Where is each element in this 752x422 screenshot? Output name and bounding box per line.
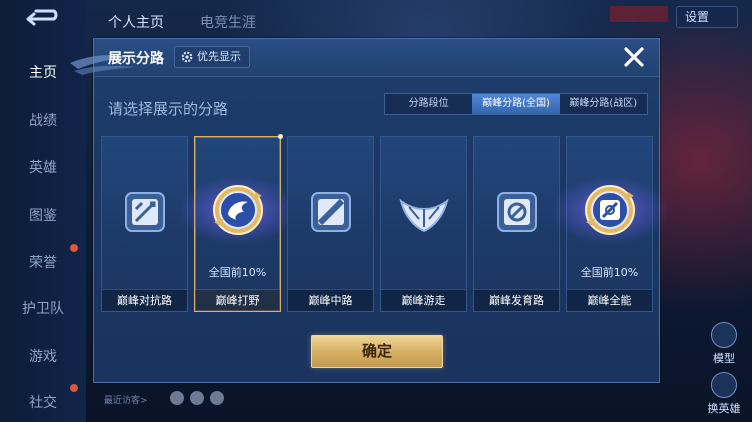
lane-display-dialog: 展示分路 优先显示 请选择展示的分路 分路段位 巅峰分路(全国) 巅峰分路(战区…	[70, 38, 670, 383]
close-icon[interactable]	[621, 44, 647, 70]
change-hero-button[interactable]: 换英雄	[704, 372, 744, 416]
settings-button[interactable]: 设置	[676, 6, 738, 28]
card-label: 巅峰全能	[567, 289, 652, 311]
card-rank: 全国前10%	[208, 266, 267, 279]
nav-label: 荣誉	[29, 255, 57, 271]
avatar[interactable]	[210, 391, 224, 405]
lane-card-list: 巅峰对抗路 全国前10% 巅峰打野 巅峰中路 巅峰游走 巅峰发育路 全国前10%…	[101, 134, 670, 312]
slash-lane-icon	[310, 192, 351, 232]
lane-card-allround[interactable]: 全国前10% 巅峰全能	[549, 136, 670, 312]
priority-label: 优先显示	[197, 50, 241, 63]
nav-item-social[interactable]: 社交	[0, 384, 86, 412]
allround-emblem-icon	[584, 185, 635, 235]
lane-card-mid[interactable]: 巅峰中路	[287, 136, 374, 312]
tab-peak-lane-national[interactable]: 巅峰分路(全国)	[472, 94, 560, 114]
lane-card-roam[interactable]: 巅峰游走	[380, 136, 467, 312]
model-button[interactable]: 模型	[704, 322, 744, 366]
lane-card-top[interactable]: 巅峰对抗路	[101, 136, 188, 312]
change-hero-label: 换英雄	[707, 402, 741, 415]
selected-indicator	[278, 134, 283, 139]
recent-visitors-link[interactable]: 最近访客>	[104, 393, 148, 406]
notification-dot	[70, 384, 78, 392]
sword-shield-icon	[124, 192, 165, 232]
card-label: 巅峰发育路	[474, 289, 559, 311]
model-label: 模型	[713, 352, 735, 365]
nav-item-game[interactable]: 游戏	[0, 346, 86, 366]
confirm-button[interactable]: 确定	[311, 335, 443, 368]
avatar[interactable]	[190, 391, 204, 405]
lane-card-farm[interactable]: 巅峰发育路	[473, 136, 560, 312]
notification-dot	[70, 244, 78, 252]
card-rank: 全国前10%	[580, 266, 639, 279]
gear-icon	[181, 51, 193, 63]
nav-item-guard[interactable]: 护卫队	[0, 298, 86, 318]
change-hero-icon	[711, 372, 737, 398]
dialog-header: 展示分路 优先显示	[70, 39, 659, 77]
nav-item-gallery[interactable]: 图鉴	[0, 205, 86, 225]
tab-esports[interactable]: 电竞生涯	[200, 12, 256, 32]
dialog-title: 展示分路	[108, 51, 164, 67]
tab-peak-lane-region[interactable]: 巅峰分路(战区)	[560, 94, 647, 114]
tab-profile[interactable]: 个人主页	[108, 12, 164, 32]
jungle-emblem-icon	[212, 185, 263, 235]
card-label: 巅峰游走	[381, 289, 466, 311]
card-label: 巅峰中路	[288, 289, 373, 311]
tab-lane-rank[interactable]: 分路段位	[385, 94, 472, 114]
wings-icon	[398, 198, 449, 233]
status-badge	[610, 6, 668, 22]
nav-item-heroes[interactable]: 英雄	[0, 157, 86, 177]
nav-label: 社交	[29, 395, 57, 411]
priority-display-button[interactable]: 优先显示	[174, 46, 250, 68]
nav-item-honor[interactable]: 荣誉	[0, 244, 86, 272]
select-lane-prompt: 请选择展示的分路	[108, 100, 229, 118]
nav-item-record[interactable]: 战绩	[0, 110, 86, 130]
avatar[interactable]	[170, 391, 184, 405]
back-arrow-icon[interactable]	[24, 8, 62, 30]
lane-type-segmented-control: 分路段位 巅峰分路(全国) 巅峰分路(战区)	[384, 93, 648, 115]
target-icon	[496, 192, 537, 232]
card-label: 巅峰打野	[195, 289, 280, 311]
card-label: 巅峰对抗路	[102, 289, 187, 311]
model-icon	[711, 322, 737, 348]
lane-card-jungle[interactable]: 全国前10% 巅峰打野	[177, 134, 298, 312]
